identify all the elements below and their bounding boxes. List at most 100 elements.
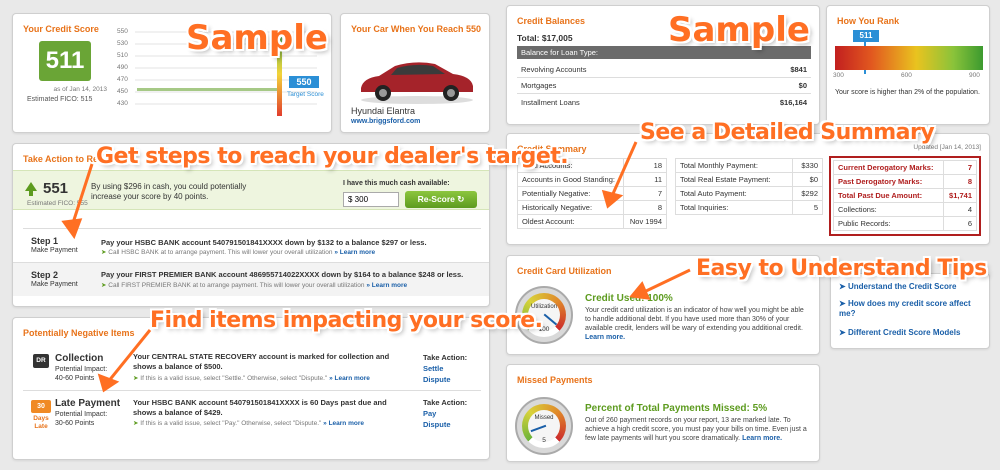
learn-more-link[interactable]: » Learn more bbox=[334, 249, 375, 256]
balance-row: Installment Loans $16,164 bbox=[517, 94, 811, 110]
missed-payments-card: Missed Payments Missed 5 Percent of Tota… bbox=[506, 364, 820, 462]
sample-watermark-right: Sample bbox=[668, 10, 810, 50]
rescore-button[interactable]: Re-Score ↻ bbox=[405, 191, 477, 208]
rank-min: 300 bbox=[833, 72, 844, 79]
dispute-link[interactable]: Dispute bbox=[423, 420, 451, 429]
balance-row: Mortgages $0 bbox=[517, 78, 811, 94]
balance-value: $0 bbox=[798, 81, 807, 90]
summary-label: Historically Negative: bbox=[516, 200, 625, 215]
summary-row: Past Derogatory Marks: 8 bbox=[833, 174, 977, 189]
help-link[interactable]: ➤ How does my credit score affect me? bbox=[839, 299, 979, 319]
gauge-value: 5 bbox=[542, 437, 546, 444]
score-date: as of Jan 14, 2013 bbox=[53, 86, 108, 93]
summary-row: Total Monthly Payment: $330 bbox=[675, 158, 824, 173]
car-title: Your Car When You Reach 550 bbox=[351, 24, 482, 34]
rescore-label: Re-Score bbox=[417, 194, 455, 204]
divider bbox=[23, 390, 481, 391]
item-points: 40-60 Points bbox=[55, 375, 95, 382]
utilization-title: Credit Card Utilization bbox=[517, 266, 612, 276]
summary-label: Total Monthly Payment: bbox=[675, 158, 793, 173]
new-score: 551 bbox=[43, 180, 69, 197]
summary-row: Total Auto Payment: $292 bbox=[675, 186, 824, 201]
summary-row: Accounts in Good Standing: 11 bbox=[516, 172, 667, 187]
learn-more-link[interactable]: Learn more. bbox=[742, 435, 782, 442]
item-label: Late Payment bbox=[55, 398, 121, 409]
summary-updated: Updated [Jan 14, 2013] bbox=[913, 144, 981, 151]
rank-title: How You Rank bbox=[837, 16, 900, 26]
tick-430: 430 bbox=[117, 100, 128, 107]
balance-label: Mortgages bbox=[521, 81, 557, 90]
item-text: Your CENTRAL STATE RECOVERY account is m… bbox=[133, 352, 390, 371]
summary-value: $0 bbox=[791, 172, 824, 187]
chevron-right-icon: ➤ bbox=[133, 375, 139, 382]
dealer-annotation: Get steps to reach your dealer's target. bbox=[96, 144, 569, 169]
summary-row: Historically Negative: 8 bbox=[516, 200, 667, 215]
help-link[interactable]: ➤ Different Credit Score Models bbox=[839, 328, 960, 337]
how-you-rank-card: How You Rank 511 300 600 900 Your score … bbox=[826, 5, 990, 125]
summary-col-2: Total Monthly Payment: $330 Total Real Es… bbox=[675, 158, 824, 215]
target-score-badge: 550 bbox=[289, 76, 319, 88]
tick-450: 450 bbox=[117, 88, 128, 95]
summary-label: Total Real Estate Payment: bbox=[675, 172, 793, 187]
summary-row: Total Real Estate Payment: $0 bbox=[675, 172, 824, 187]
step-text: Pay your HSBC BANK account 540791501841X… bbox=[101, 238, 427, 247]
summary-row: Public Records: 6 bbox=[833, 216, 977, 231]
rank-gradient-bar bbox=[835, 46, 983, 70]
help-link-text: How does my credit score affect me? bbox=[839, 299, 971, 318]
learn-more-link[interactable]: Learn more. bbox=[585, 334, 625, 341]
cash-input[interactable] bbox=[343, 192, 399, 207]
target-score-label: Target Score bbox=[287, 91, 324, 98]
summary-label: Oldest Account: bbox=[516, 214, 625, 229]
summary-value: $330 bbox=[791, 158, 824, 173]
summary-label: Total Auto Payment: bbox=[675, 186, 793, 201]
chevron-right-icon: ➤ bbox=[839, 328, 846, 337]
item-points: 30-60 Points bbox=[55, 420, 95, 427]
summary-value: 4 bbox=[942, 202, 977, 217]
balances-title: Credit Balances bbox=[517, 16, 586, 26]
collection-badge: DR bbox=[33, 354, 49, 368]
car-dealer-link[interactable]: www.briggsford.com bbox=[351, 118, 420, 125]
dispute-link[interactable]: Dispute bbox=[423, 375, 451, 384]
step-number: Step 1 bbox=[31, 236, 59, 246]
learn-more-link[interactable]: » Learn more bbox=[323, 420, 364, 427]
credit-summary-card: Credit Summary Updated [Jan 14, 2013] To… bbox=[506, 133, 990, 245]
car-card: Your Car When You Reach 550 Hyundai Elan… bbox=[340, 13, 490, 133]
summary-row: Collections: 4 bbox=[833, 202, 977, 217]
missed-heading: Percent of Total Payments Missed: 5% bbox=[585, 403, 768, 414]
car-image bbox=[355, 50, 479, 106]
credit-score-title: Your Credit Score bbox=[23, 24, 99, 34]
balance-value: $16,164 bbox=[779, 97, 807, 107]
tick-490: 490 bbox=[117, 64, 128, 71]
summary-value: $292 bbox=[791, 186, 824, 201]
summary-value: 6 bbox=[942, 216, 977, 231]
chevron-right-icon: ➤ bbox=[839, 282, 846, 291]
missed-gauge: Missed 5 bbox=[515, 397, 573, 455]
negative-title: Potentially Negative Items bbox=[23, 328, 135, 338]
summary-row: Potentially Negative: 7 bbox=[516, 186, 667, 201]
balance-label: Installment Loans bbox=[521, 97, 580, 107]
utilization-body: Your credit card utilization is an indic… bbox=[585, 307, 804, 332]
summary-col-3: Current Derogatory Marks: 7 Past Derogato… bbox=[833, 160, 977, 231]
tips-annotation: Easy to Understand Tips bbox=[696, 256, 987, 281]
item-hint-text: If this is a valid issue, select "Settle… bbox=[140, 375, 328, 382]
summary-label: Total Past Due Amount: bbox=[833, 188, 944, 203]
learn-more-link[interactable]: » Learn more bbox=[366, 282, 407, 289]
step-type: Make Payment bbox=[31, 281, 78, 288]
help-link[interactable]: ➤ Understand the Credit Score bbox=[839, 282, 956, 291]
days-late-number: 30 bbox=[31, 400, 51, 413]
take-action-label: Take Action: bbox=[423, 398, 468, 407]
learn-more-link[interactable]: » Learn more bbox=[329, 375, 370, 382]
pay-link[interactable]: Pay bbox=[423, 409, 436, 418]
summary-label: Total Inquiries: bbox=[675, 200, 793, 215]
summary-label: Public Records: bbox=[833, 216, 944, 231]
step-row bbox=[13, 262, 489, 296]
take-action-title: Take Action to Re bbox=[23, 154, 99, 164]
help-link-text: Understand the Credit Score bbox=[847, 282, 957, 291]
item-hint: ➤ If this is a valid issue, select "Pay.… bbox=[133, 419, 364, 427]
balance-value: $841 bbox=[790, 65, 807, 74]
summary-annotation: See a Detailed Summary bbox=[640, 120, 935, 145]
summary-value: Nov 1994 bbox=[623, 214, 667, 229]
chevron-right-icon: ➤ bbox=[101, 249, 107, 256]
settle-link[interactable]: Settle bbox=[423, 364, 443, 373]
gauge-label: Missed bbox=[534, 415, 554, 421]
